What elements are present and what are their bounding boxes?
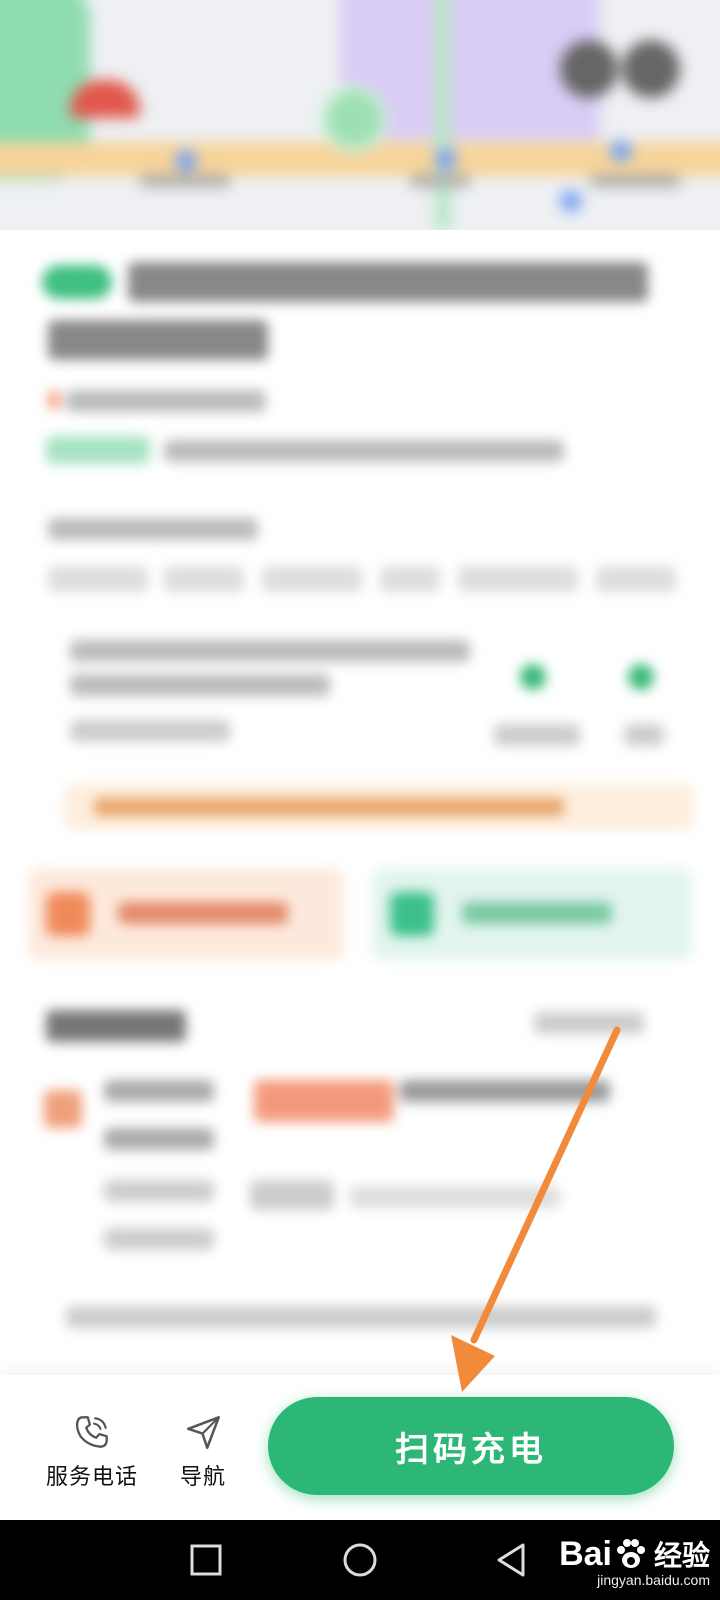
operator-text: [48, 518, 258, 540]
notice-banner: [64, 784, 694, 830]
watermark-brand-right: 经验: [653, 1540, 710, 1571]
feature-chip: [596, 566, 676, 592]
time-range-text: [104, 1080, 214, 1102]
price-unit-text: [350, 1186, 560, 1208]
fast-charger-summary: [28, 868, 344, 960]
time-range-text: [104, 1128, 214, 1150]
service-phone-label: 服务电话: [46, 1465, 139, 1490]
station-title-line: [128, 262, 648, 302]
square-icon[interactable]: [184, 1538, 228, 1582]
rating-text: [66, 390, 266, 412]
pricing-badge: [44, 1090, 82, 1128]
station-info-blurred: [0, 230, 720, 1380]
navigate-label: 导航: [180, 1465, 227, 1490]
feature-chip: [164, 566, 244, 592]
open-status-badge: [46, 436, 150, 464]
address-line: [70, 674, 330, 696]
bottom-action-bar: 服务电话 导航 扫码充电: [0, 1375, 720, 1520]
feature-chip: [262, 566, 362, 592]
distance-text: [70, 720, 230, 742]
address-line: [70, 640, 470, 662]
phone-label: [494, 724, 580, 746]
price-value: [250, 1180, 334, 1210]
triangle-back-icon[interactable]: [490, 1538, 534, 1582]
price-unit-text: [400, 1080, 610, 1102]
circle-icon[interactable]: [338, 1538, 382, 1582]
baidu-jingyan-watermark: Bai 经验 jingyan.baidu.com: [559, 1534, 710, 1589]
paw-logo-icon: [616, 1539, 645, 1568]
phone-icon: [520, 664, 546, 690]
navigate-icon: [628, 664, 654, 690]
feature-chip: [48, 566, 148, 592]
navigate-button[interactable]: 导航: [180, 1411, 226, 1491]
watermark-brand-left: Bai: [559, 1534, 612, 1573]
station-title-line: [48, 320, 268, 360]
price-value: [254, 1080, 394, 1122]
station-type-tag: [42, 265, 112, 299]
feature-chip: [380, 566, 440, 592]
pricing-more-link: [534, 1012, 644, 1034]
navigate-label: [624, 724, 664, 746]
time-range-text: [104, 1180, 214, 1202]
rating-dot: [48, 390, 60, 410]
system-navigation-bar: Bai 经验 jingyan.baidu.com: [0, 1520, 720, 1600]
scan-to-charge-button[interactable]: 扫码充电: [268, 1397, 674, 1495]
watermark-site: jingyan.baidu.com: [597, 1572, 710, 1588]
opening-hours-text: [164, 440, 564, 462]
pricing-note: [66, 1306, 656, 1328]
service-phone-button[interactable]: 服务电话: [46, 1411, 138, 1491]
feature-chip: [458, 566, 578, 592]
slow-charger-summary: [372, 868, 692, 960]
pricing-title: [46, 1010, 186, 1042]
time-range-text: [104, 1228, 214, 1250]
navigate-arrow-icon: [187, 1416, 221, 1450]
phone-icon: [75, 1416, 108, 1448]
